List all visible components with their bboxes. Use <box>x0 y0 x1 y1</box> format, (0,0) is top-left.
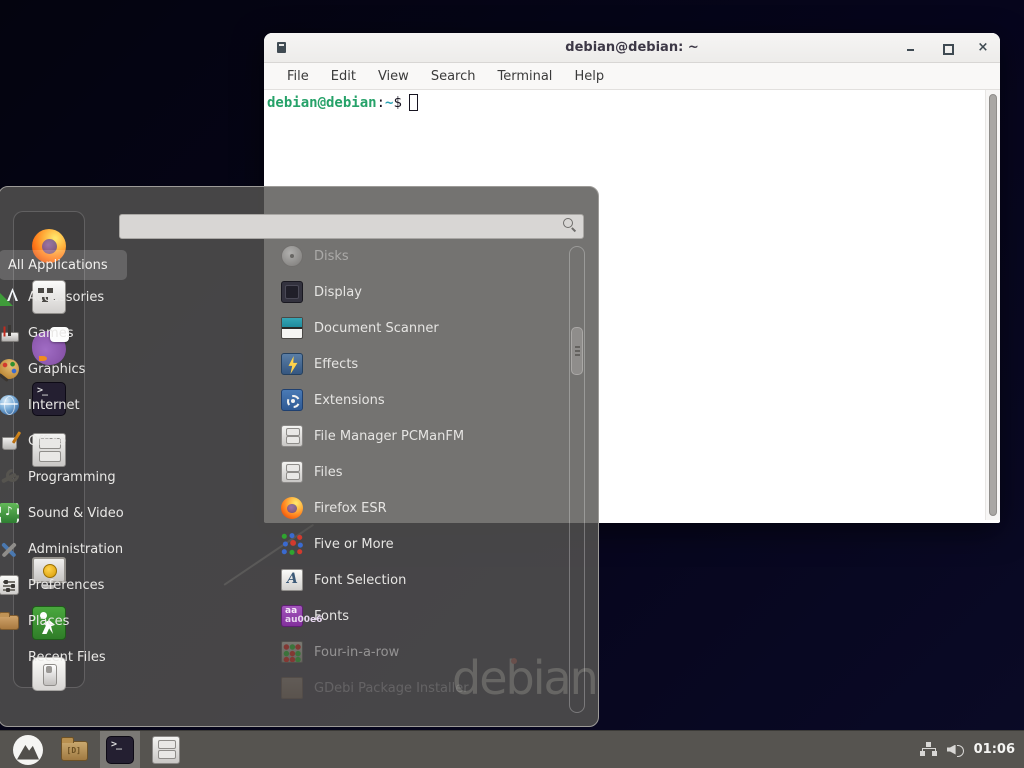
app-document-scanner[interactable]: Document Scanner <box>281 310 559 346</box>
programming-icon <box>0 467 19 487</box>
file-cabinet-icon <box>281 461 303 483</box>
category-list: Accessories Games Graphics Internet Offi… <box>0 279 149 675</box>
category-administration[interactable]: Administration <box>0 531 149 567</box>
menu-scrollbar-thumb[interactable] <box>571 327 583 375</box>
terminal-menu-file[interactable]: File <box>278 66 318 87</box>
terminal-menu-terminal[interactable]: Terminal <box>488 66 561 87</box>
volume-icon[interactable] <box>947 742 964 758</box>
category-places[interactable]: Places <box>0 603 149 639</box>
five-or-more-icon <box>281 533 303 555</box>
search-icon <box>563 218 573 228</box>
category-games[interactable]: Games <box>0 315 149 351</box>
app-file-manager-pcmanfm[interactable]: File Manager PCManFM <box>281 418 559 454</box>
category-office[interactable]: Office <box>0 423 149 459</box>
administration-icon <box>0 539 19 559</box>
preferences-icon <box>0 575 19 595</box>
prompt-user-host: debian@debian <box>267 95 377 111</box>
menu-button[interactable] <box>8 731 48 768</box>
file-cabinet-icon <box>281 425 303 447</box>
disks-icon <box>281 245 303 267</box>
accessories-icon <box>0 287 19 307</box>
app-extensions[interactable]: Extensions <box>281 382 559 418</box>
application-list: Disks Display Document Scanner Effects E… <box>281 238 559 706</box>
gdebi-icon <box>281 677 303 699</box>
effects-icon <box>281 353 303 375</box>
category-graphics[interactable]: Graphics <box>0 351 149 387</box>
terminal-menu-view[interactable]: View <box>369 66 418 87</box>
extensions-icon <box>281 389 303 411</box>
terminal-cursor <box>409 94 418 111</box>
display-icon <box>281 281 303 303</box>
places-icon <box>0 615 19 630</box>
app-firefox-esr[interactable]: Firefox ESR <box>281 490 559 526</box>
app-five-or-more[interactable]: Five or More <box>281 526 559 562</box>
category-sound-video[interactable]: Sound & Video <box>0 495 149 531</box>
app-gdebi-package-installer[interactable]: GDebi Package Installer <box>281 670 559 706</box>
category-preferences[interactable]: Preferences <box>0 567 149 603</box>
terminal-menu-help[interactable]: Help <box>565 66 613 87</box>
minimize-button[interactable] <box>904 41 918 55</box>
document-scanner-icon <box>281 317 303 339</box>
app-display[interactable]: Display <box>281 274 559 310</box>
terminal-scrollbar-thumb[interactable] <box>989 94 997 516</box>
category-all-applications[interactable]: All Applications <box>0 250 127 280</box>
terminal-window-button[interactable] <box>100 731 140 768</box>
file-manager-button[interactable] <box>146 731 186 768</box>
app-disks[interactable]: Disks <box>281 238 559 274</box>
network-icon[interactable] <box>920 742 937 758</box>
terminal-titlebar[interactable]: debian@debian: ~ × <box>264 33 1000 63</box>
terminal-menubar: FileEditViewSearchTerminalHelp <box>264 63 1000 90</box>
terminal-scrollbar[interactable] <box>985 90 1000 520</box>
search-input[interactable] <box>119 214 584 239</box>
menu-logo-icon <box>13 735 43 765</box>
app-font-selection[interactable]: Font Selection <box>281 562 559 598</box>
window-title: debian@debian: ~ <box>264 40 1000 55</box>
category-recent-files[interactable]: Recent Files <box>0 639 149 675</box>
terminal-menu-edit[interactable]: Edit <box>322 66 365 87</box>
folder-d-icon <box>61 741 88 761</box>
font-selection-icon <box>281 569 303 591</box>
category-internet[interactable]: Internet <box>0 387 149 423</box>
system-tray: 01:06 <box>920 742 1024 758</box>
app-four-in-a-row[interactable]: Four-in-a-row <box>281 634 559 670</box>
desktop-folder-button[interactable] <box>54 731 94 768</box>
office-icon <box>0 431 19 451</box>
taskbar: 01:06 <box>0 730 1024 768</box>
terminal-menu-search[interactable]: Search <box>422 66 485 87</box>
fonts-icon <box>281 605 303 627</box>
graphics-icon <box>0 359 19 379</box>
games-icon <box>0 323 19 343</box>
four-in-a-row-icon <box>281 641 303 663</box>
terminal-icon <box>106 736 134 764</box>
app-files[interactable]: Files <box>281 454 559 490</box>
internet-icon <box>0 395 19 415</box>
maximize-button[interactable] <box>940 41 954 55</box>
sound-video-icon <box>0 503 19 523</box>
menu-scrollbar[interactable] <box>569 246 585 713</box>
file-cabinet-icon <box>152 736 180 764</box>
firefox-icon <box>281 497 303 519</box>
app-fonts[interactable]: Fonts <box>281 598 559 634</box>
category-accessories[interactable]: Accessories <box>0 279 149 315</box>
app-effects[interactable]: Effects <box>281 346 559 382</box>
applications-menu: All Applications Accessories Games Graph… <box>0 186 599 727</box>
category-programming[interactable]: Programming <box>0 459 149 495</box>
clock[interactable]: 01:06 <box>974 742 1015 757</box>
terminal-prompt: debian@debian:~$ <box>267 94 998 111</box>
close-button[interactable]: × <box>976 41 990 55</box>
